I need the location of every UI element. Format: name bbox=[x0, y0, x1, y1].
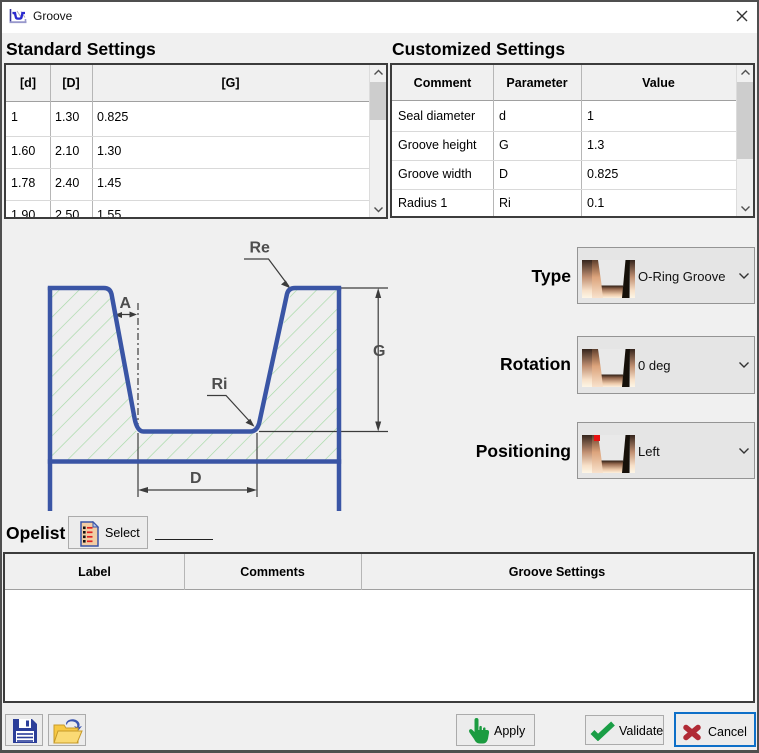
svg-text:Re: Re bbox=[250, 240, 271, 257]
svg-text:A: A bbox=[120, 295, 132, 312]
svg-text:Ri: Ri bbox=[212, 376, 228, 393]
svg-text:G: G bbox=[373, 343, 385, 360]
svg-text:D: D bbox=[190, 470, 202, 487]
